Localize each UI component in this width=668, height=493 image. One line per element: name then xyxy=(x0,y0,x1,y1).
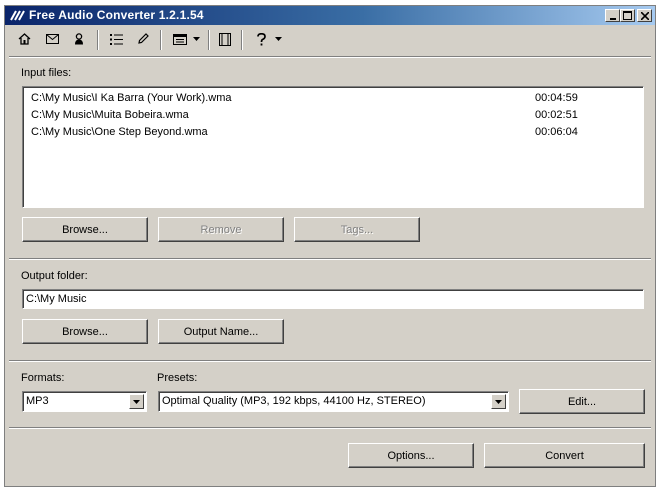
toolbar-separator xyxy=(160,30,162,50)
toolbar-separator xyxy=(208,30,210,50)
minimize-button[interactable] xyxy=(605,9,620,22)
toolbar-separator xyxy=(97,30,99,50)
close-button[interactable] xyxy=(637,9,652,22)
main-window: Free Audio Converter 1.2.1.54 Input file… xyxy=(4,5,656,487)
output-name-button[interactable]: Output Name... xyxy=(158,319,284,344)
list-item[interactable]: C:\My Music\One Step Beyond.wma 00:06:04 xyxy=(31,124,631,140)
chevron-down-icon xyxy=(495,399,502,404)
mail-button[interactable] xyxy=(43,30,61,48)
home-button[interactable] xyxy=(15,30,33,48)
help-icon xyxy=(256,32,266,45)
chevron-down-icon xyxy=(192,37,200,41)
home-icon xyxy=(18,33,30,45)
file-path: C:\My Music\Muita Bobeira.wma xyxy=(31,109,189,121)
chevron-down-icon xyxy=(274,37,282,41)
formats-value: MP3 xyxy=(26,395,49,407)
input-files-list[interactable]: C:\My Music\I Ka Barra (Your Work).wma 0… xyxy=(22,86,644,208)
presets-dropdown-button[interactable] xyxy=(491,394,506,409)
presets-label: Presets: xyxy=(157,372,198,384)
file-duration: 00:04:59 xyxy=(535,92,578,104)
chevron-down-icon xyxy=(133,399,140,404)
window-title: Free Audio Converter 1.2.1.54 xyxy=(29,8,204,22)
toolbar-separator xyxy=(241,30,243,50)
tags-button[interactable]: Tags... xyxy=(294,217,420,242)
list-item[interactable]: C:\My Music\Muita Bobeira.wma 00:02:51 xyxy=(31,107,631,123)
help-dropdown-button[interactable] xyxy=(251,30,287,48)
divider xyxy=(9,56,651,58)
file-duration: 00:02:51 xyxy=(535,109,578,121)
toolbar xyxy=(5,26,655,53)
browse-output-button[interactable]: Browse... xyxy=(22,319,148,344)
user-icon xyxy=(75,33,83,45)
presets-value: Optimal Quality (MP3, 192 kbps, 44100 Hz… xyxy=(162,395,426,407)
divider xyxy=(9,258,651,260)
formats-select[interactable]: MP3 xyxy=(22,391,147,412)
formats-dropdown-button[interactable] xyxy=(129,394,144,409)
divider xyxy=(9,360,651,362)
maximize-icon xyxy=(623,11,632,20)
convert-button[interactable]: Convert xyxy=(484,443,645,468)
browse-input-button[interactable]: Browse... xyxy=(22,217,148,242)
output-folder-label: Output folder: xyxy=(21,270,88,282)
file-duration: 00:06:04 xyxy=(535,126,578,138)
mail-icon xyxy=(45,34,59,44)
window-icon xyxy=(172,33,187,45)
presets-select[interactable]: Optimal Quality (MP3, 192 kbps, 44100 Hz… xyxy=(158,391,509,412)
formats-label: Formats: xyxy=(21,372,65,384)
view-dropdown-button[interactable] xyxy=(169,30,203,48)
film-icon xyxy=(219,32,231,46)
app-logo-icon xyxy=(9,8,25,23)
edit-button[interactable] xyxy=(134,30,152,48)
close-icon xyxy=(640,11,649,20)
maximize-button[interactable] xyxy=(620,9,635,22)
pencil-icon xyxy=(138,33,149,44)
user-button[interactable] xyxy=(70,30,88,48)
list-button[interactable] xyxy=(107,30,125,48)
options-button[interactable]: Options... xyxy=(348,443,474,468)
input-files-label: Input files: xyxy=(21,67,72,79)
remove-button[interactable]: Remove xyxy=(158,217,284,242)
output-folder-value: C:\My Music xyxy=(26,293,87,305)
list-item[interactable]: C:\My Music\I Ka Barra (Your Work).wma 0… xyxy=(31,90,631,106)
output-folder-field[interactable]: C:\My Music xyxy=(22,289,644,309)
divider xyxy=(9,427,651,429)
title-bar[interactable]: Free Audio Converter 1.2.1.54 xyxy=(5,6,655,25)
film-button[interactable] xyxy=(216,30,234,48)
file-path: C:\My Music\I Ka Barra (Your Work).wma xyxy=(31,92,232,104)
list-icon xyxy=(109,33,123,45)
edit-preset-button[interactable]: Edit... xyxy=(519,389,645,414)
minimize-icon xyxy=(609,17,616,20)
file-path: C:\My Music\One Step Beyond.wma xyxy=(31,126,208,138)
